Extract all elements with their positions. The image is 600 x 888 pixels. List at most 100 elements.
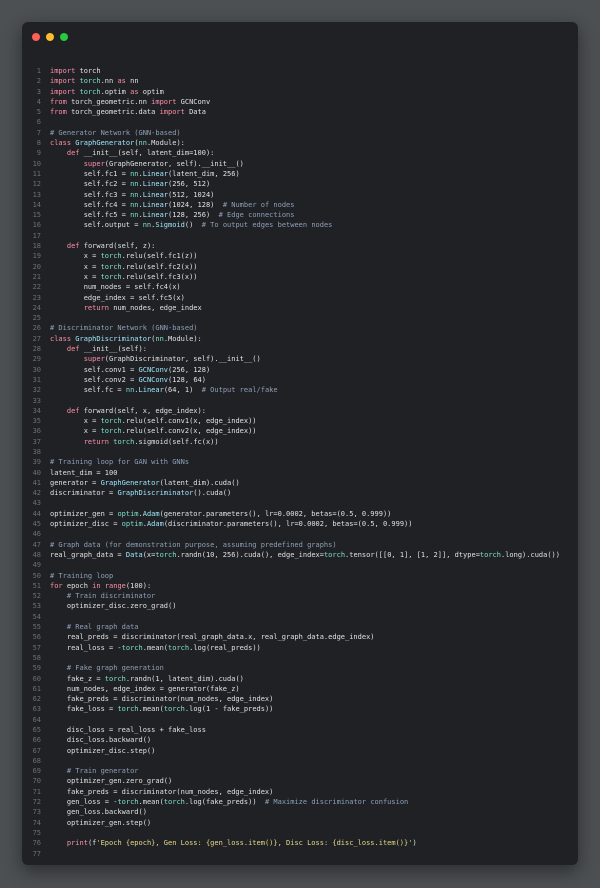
- line-number: 24: [32, 303, 41, 312]
- code-text: x = torch.relu(self.fc1(z)): [50, 252, 198, 261]
- code-line: 48 real_graph_data = Data(x=torch.randn(1…: [22, 550, 578, 560]
- code-line: 59 # Fake graph generation: [22, 663, 578, 673]
- line-number: 75: [32, 828, 41, 837]
- code-line: 20 x = torch.relu(self.fc2(x)): [22, 262, 578, 272]
- line-number: 51: [32, 581, 41, 590]
- line-number: 53: [32, 602, 41, 611]
- code-line: 3 import torch.optim as optim: [22, 87, 578, 97]
- code-line: 12 self.fc2 = nn.Linear(256, 512): [22, 179, 578, 189]
- code-line: 45 optimizer_disc = optim.Adam(discrimina…: [22, 519, 578, 529]
- code-text: self.fc5 = nn.Linear(128, 256) # Edge co…: [50, 211, 295, 220]
- line-number: 58: [32, 653, 41, 662]
- code-text: def forward(self, x, edge_index):: [66, 406, 206, 415]
- line-number: 42: [32, 489, 41, 498]
- code-text: edge_index = self.fc5(x): [50, 293, 185, 302]
- line-number: 47: [32, 540, 41, 549]
- line-number: 13: [32, 190, 41, 199]
- line-number: 5: [36, 108, 41, 117]
- code-text: super(GraphDiscriminator, self).__init__…: [83, 355, 261, 364]
- line-number: 66: [32, 736, 41, 745]
- line-number: 27: [32, 334, 41, 343]
- line-number: 54: [32, 612, 41, 621]
- code-text: # Train generator: [66, 767, 139, 776]
- code-line: 42 discriminator = GraphDiscriminator().c…: [22, 488, 578, 498]
- close-window-button[interactable]: [32, 33, 40, 41]
- code-text: fake_z = torch.randn(1, latent_dim).cuda…: [50, 674, 244, 683]
- line-number: 49: [32, 561, 41, 570]
- line-number: 21: [32, 272, 41, 281]
- line-number: 1: [36, 67, 41, 75]
- code-text: optimizer_disc = optim.Adam(discriminato…: [50, 520, 413, 529]
- line-number: 60: [32, 674, 41, 683]
- code-text: gen_loss.backward(): [50, 808, 147, 817]
- code-text: import torch.optim as optim: [50, 87, 164, 96]
- line-number: 3: [36, 87, 41, 96]
- code-line: 33: [22, 396, 578, 406]
- code-line: 56 real_preds = discriminator(real_graph…: [22, 632, 578, 642]
- code-line: 10 super(GraphGenerator, self).__init__(…: [22, 159, 578, 169]
- code-line: 39 # Training loop for GAN with GNNs: [22, 457, 578, 467]
- minimize-window-button[interactable]: [46, 33, 54, 41]
- line-number: 71: [32, 787, 41, 796]
- code-line: 47 # Graph data (for demonstration purpos…: [22, 540, 578, 550]
- line-number: 33: [32, 396, 41, 405]
- code-text: real_loss = -torch.mean(torch.log(real_p…: [50, 643, 261, 652]
- code-window: 1 import torch 2 import torch.nn as nn 3 impo…: [22, 22, 578, 865]
- code-text: # Train discriminator: [66, 592, 156, 601]
- code-line: 52 # Train discriminator: [22, 591, 578, 601]
- code-line: 4 from torch_geometric.nn import GCNConv: [22, 97, 578, 107]
- code-line: 28 def __init__(self):: [22, 344, 578, 354]
- line-number: 28: [32, 345, 41, 354]
- code-line: 69 # Train generator: [22, 766, 578, 776]
- code-text: return torch.sigmoid(self.fc(x)): [83, 437, 219, 446]
- code-line: 22 num_nodes = self.fc4(x): [22, 282, 578, 292]
- code-line: 35 x = torch.relu(self.conv1(x, edge_ind…: [22, 416, 578, 426]
- code-text: def __init__(self):: [66, 345, 147, 354]
- code-text: gen_loss = -torch.mean(torch.log(fake_pr…: [50, 798, 409, 807]
- code-text: latent_dim = 100: [50, 468, 118, 477]
- code-line: 41 generator = GraphGenerator(latent_dim)…: [22, 478, 578, 488]
- maximize-window-button[interactable]: [60, 33, 68, 41]
- code-text: def forward(self, z):: [66, 242, 156, 251]
- code-line: 50 # Training loop: [22, 571, 578, 581]
- code-text: real_preds = discriminator(real_graph_da…: [50, 633, 375, 642]
- code-line: 38: [22, 447, 578, 457]
- line-number: 12: [32, 180, 41, 189]
- line-number: 74: [32, 818, 41, 827]
- line-number: 43: [32, 499, 41, 508]
- code-text: fake_preds = discriminator(num_nodes, ed…: [50, 787, 274, 796]
- code-text: self.fc = nn.Linear(64, 1) # Output real…: [50, 386, 278, 395]
- line-number: 61: [32, 684, 41, 693]
- code-text: x = torch.relu(self.fc3(x)): [50, 272, 198, 281]
- code-text: optimizer_disc.step(): [50, 746, 156, 755]
- line-number: 29: [32, 355, 41, 364]
- code-line: 32 self.fc = nn.Linear(64, 1) # Output r…: [22, 385, 578, 395]
- code-line: 13 self.fc3 = nn.Linear(512, 1024): [22, 190, 578, 200]
- line-number: 8: [36, 139, 41, 148]
- line-number: 55: [32, 623, 41, 632]
- line-number: 26: [32, 324, 41, 333]
- code-line: 65 disc_loss = real_loss + fake_loss: [22, 725, 578, 735]
- code-text: real_graph_data = Data(x=torch.randn(10,…: [50, 550, 560, 559]
- code-text: from torch_geometric.data import Data: [50, 108, 206, 117]
- line-number: 20: [32, 262, 41, 271]
- line-number: 22: [32, 283, 41, 292]
- line-number: 36: [32, 427, 41, 436]
- line-number: 9: [36, 149, 41, 158]
- line-number: 69: [32, 767, 41, 776]
- code-line: 6: [22, 117, 578, 127]
- code-text: num_nodes = self.fc4(x): [50, 283, 181, 292]
- line-number: 73: [32, 808, 41, 817]
- code-line: 68: [22, 756, 578, 766]
- code-line: 16 self.output = nn.Sigmoid() # To outpu…: [22, 220, 578, 230]
- code-text: from torch_geometric.nn import GCNConv: [50, 97, 211, 106]
- line-number: 40: [32, 468, 41, 477]
- code-text: self.fc4 = nn.Linear(1024, 128) # Number…: [50, 200, 295, 209]
- code-line: 31 self.conv2 = GCNConv(128, 64): [22, 375, 578, 385]
- code-line: 58: [22, 653, 578, 663]
- code-line: 43: [22, 498, 578, 508]
- line-number: 16: [32, 221, 41, 230]
- code-editor: 1 import torch 2 import torch.nn as nn 3 impo…: [22, 66, 578, 859]
- code-line: 77: [22, 849, 578, 859]
- code-line: 63 fake_loss = torch.mean(torch.log(1 - …: [22, 704, 578, 714]
